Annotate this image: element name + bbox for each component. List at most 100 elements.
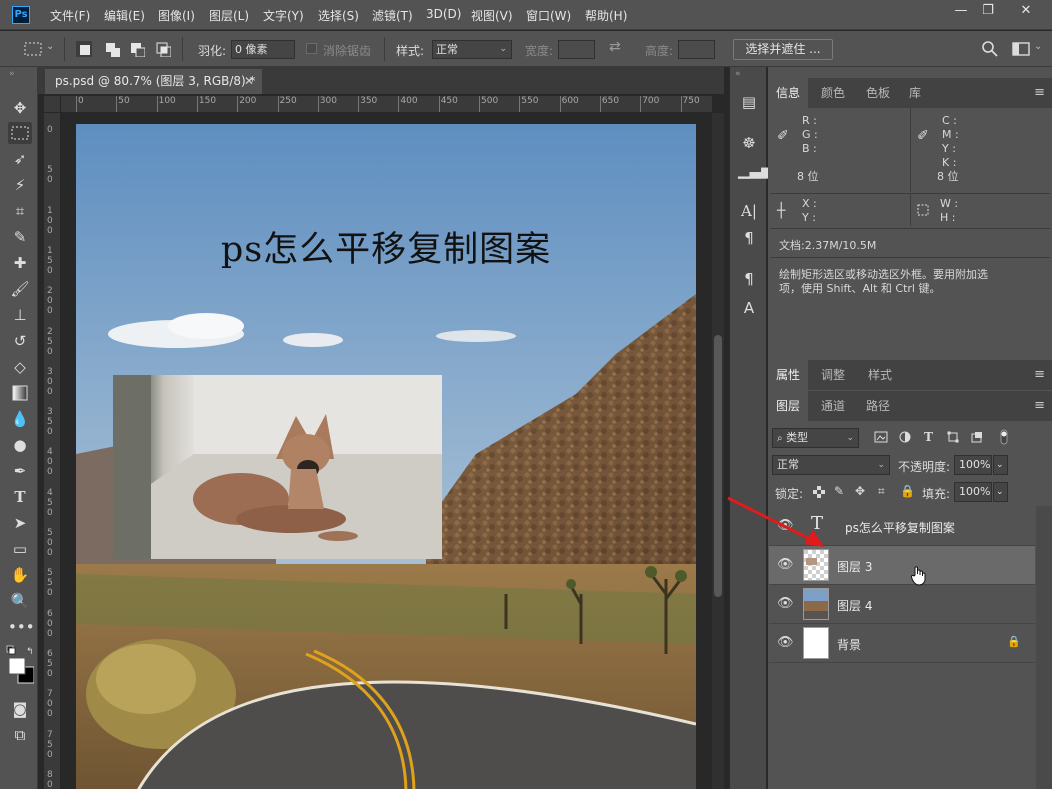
lock-all-icon[interactable]: 🔒 bbox=[900, 484, 915, 498]
tab-adjustments[interactable]: 调整 bbox=[813, 360, 853, 390]
visibility-eye-icon[interactable]: 👁 bbox=[777, 635, 794, 650]
tab-libraries[interactable]: 库 bbox=[901, 78, 929, 108]
menu-file[interactable]: 文件(F) bbox=[50, 7, 90, 24]
info-panel-menu-icon[interactable]: ≡ bbox=[1034, 85, 1045, 100]
fill-dropdown-icon[interactable]: ⌄ bbox=[993, 482, 1008, 502]
new-selection-icon[interactable] bbox=[76, 41, 92, 57]
menu-image[interactable]: 图像(I) bbox=[158, 7, 195, 24]
gradient-tool-icon[interactable] bbox=[8, 382, 32, 404]
menu-view[interactable]: 视图(V) bbox=[471, 7, 513, 24]
filter-smart-object-icon[interactable] bbox=[971, 431, 983, 443]
tab-swatches[interactable]: 色板 bbox=[858, 78, 898, 108]
dodge-tool-icon[interactable]: ● bbox=[8, 434, 32, 456]
pen-tool-icon[interactable]: ✒ bbox=[8, 460, 32, 482]
menu-select[interactable]: 选择(S) bbox=[318, 7, 359, 24]
menu-layer[interactable]: 图层(L) bbox=[209, 7, 249, 24]
layer-row-layer4[interactable]: 👁 图层 4 bbox=[769, 585, 1035, 624]
close-window-button[interactable]: ✕ bbox=[1010, 0, 1042, 22]
character-panel-icon[interactable]: A| bbox=[738, 200, 760, 222]
history-brush-tool-icon[interactable]: ↺ bbox=[8, 330, 32, 352]
select-and-mask-button[interactable]: 选择并遮住 ... bbox=[733, 39, 833, 60]
chevron-down-icon[interactable]: ⌄ bbox=[46, 41, 54, 52]
tab-channels[interactable]: 通道 bbox=[813, 391, 853, 421]
layer-name[interactable]: 背景 bbox=[837, 636, 861, 653]
hand-tool-icon[interactable]: ✋ bbox=[8, 564, 32, 586]
layer-name[interactable]: 图层 3 bbox=[837, 558, 872, 575]
width-input[interactable] bbox=[558, 40, 595, 59]
healing-brush-tool-icon[interactable]: ✚ bbox=[8, 252, 32, 274]
layers-panel-menu-icon[interactable]: ≡ bbox=[1034, 398, 1045, 413]
history-panel-icon[interactable]: ▤ bbox=[738, 91, 760, 113]
intersect-selection-icon[interactable] bbox=[155, 41, 171, 57]
navigator-panel-icon[interactable]: ☸ bbox=[738, 132, 760, 154]
opacity-dropdown-icon[interactable]: ⌄ bbox=[993, 455, 1008, 475]
add-selection-icon[interactable] bbox=[104, 41, 120, 57]
properties-panel-menu-icon[interactable]: ≡ bbox=[1034, 367, 1045, 382]
blur-tool-icon[interactable]: 💧 bbox=[8, 408, 32, 430]
filter-shape-icon[interactable] bbox=[947, 431, 959, 443]
eraser-tool-icon[interactable]: ◇ bbox=[8, 356, 32, 378]
layers-scrollbar[interactable] bbox=[1036, 506, 1052, 789]
tab-color[interactable]: 颜色 bbox=[813, 78, 853, 108]
antialias-checkbox[interactable] bbox=[306, 43, 317, 54]
tab-info[interactable]: 信息 bbox=[768, 78, 809, 108]
close-tab-icon[interactable]: ✕ bbox=[244, 74, 254, 88]
height-input[interactable] bbox=[678, 40, 715, 59]
menu-3d[interactable]: 3D(D) bbox=[426, 7, 461, 21]
blend-mode-select[interactable]: 正常 ⌄ bbox=[772, 455, 890, 475]
marquee-tool-preset-icon[interactable] bbox=[24, 42, 42, 57]
subtract-selection-icon[interactable] bbox=[129, 41, 145, 57]
tab-styles[interactable]: 样式 bbox=[860, 360, 900, 390]
screen-mode-icon[interactable]: ⧉ bbox=[8, 724, 32, 746]
chevron-down-icon[interactable]: ⌄ bbox=[1034, 41, 1042, 52]
menu-filter[interactable]: 滤镜(T) bbox=[372, 7, 413, 24]
magic-wand-tool-icon[interactable]: ⚡ bbox=[8, 174, 32, 196]
filter-type-icon[interactable]: T bbox=[924, 430, 933, 444]
filter-pixel-icon[interactable] bbox=[874, 431, 888, 443]
filter-toggle-icon[interactable] bbox=[999, 429, 1009, 445]
brush-tool-icon[interactable]: 🖌 bbox=[8, 278, 32, 300]
paragraph-styles-icon[interactable]: ¶ bbox=[738, 268, 760, 290]
layer-filter-select[interactable]: ⌕ 类型 ⌄ bbox=[772, 428, 859, 448]
filter-adjustment-icon[interactable] bbox=[899, 431, 911, 443]
tab-paths[interactable]: 路径 bbox=[858, 391, 898, 421]
menu-type[interactable]: 文字(Y) bbox=[263, 7, 304, 24]
feather-input[interactable]: 0 像素 bbox=[231, 40, 295, 59]
layer-row-background[interactable]: 👁 背景 🔒 bbox=[769, 624, 1035, 663]
menu-help[interactable]: 帮助(H) bbox=[585, 7, 627, 24]
search-icon[interactable] bbox=[982, 41, 998, 57]
clone-stamp-tool-icon[interactable]: ⊥ bbox=[8, 304, 32, 326]
workspace-icon[interactable] bbox=[1012, 42, 1030, 56]
canvas-area[interactable]: ps怎么平移复制图案 bbox=[61, 113, 712, 789]
collapse-toolbar-icon[interactable]: » bbox=[9, 69, 15, 79]
swap-icon[interactable]: ⇄ bbox=[609, 39, 621, 55]
character-styles-icon[interactable]: A bbox=[738, 297, 760, 319]
path-selection-tool-icon[interactable]: ➤ bbox=[8, 512, 32, 534]
fill-input[interactable]: 100% bbox=[954, 482, 992, 502]
menu-edit[interactable]: 编辑(E) bbox=[104, 7, 145, 24]
zoom-tool-icon[interactable]: 🔍 bbox=[8, 590, 32, 612]
lasso-tool-icon[interactable]: ➶ bbox=[8, 148, 32, 170]
visibility-eye-icon[interactable]: 👁 bbox=[777, 596, 794, 611]
collapse-panels-icon[interactable]: « bbox=[735, 69, 741, 79]
more-tools-icon[interactable]: ••• bbox=[8, 616, 35, 638]
layer-name[interactable]: 图层 4 bbox=[837, 597, 872, 614]
move-tool-icon[interactable]: ✥ bbox=[8, 97, 32, 119]
crop-tool-icon[interactable]: ⌗ bbox=[8, 200, 32, 222]
color-swatches-icon[interactable]: ↰ bbox=[6, 645, 34, 685]
lock-position-icon[interactable]: ✥ bbox=[855, 484, 865, 498]
restore-button[interactable]: ❐ bbox=[972, 0, 1004, 22]
tab-properties[interactable]: 属性 bbox=[768, 360, 809, 390]
quick-mask-icon[interactable]: ◙ bbox=[8, 698, 32, 720]
menu-window[interactable]: 窗口(W) bbox=[526, 7, 571, 24]
eyedropper-tool-icon[interactable]: ✎ bbox=[8, 226, 32, 248]
rectangular-marquee-tool-icon[interactable] bbox=[8, 122, 32, 144]
paragraph-panel-icon[interactable]: ¶ bbox=[738, 227, 760, 249]
layer-name[interactable]: ps怎么平移复制图案 bbox=[845, 519, 955, 536]
histogram-panel-icon[interactable]: ▁▃▅ bbox=[738, 159, 773, 181]
document-tab[interactable]: ps.psd @ 80.7% (图层 3, RGB/8) * bbox=[45, 69, 262, 94]
lock-artboard-icon[interactable]: ⌗ bbox=[878, 484, 885, 499]
tab-layers[interactable]: 图层 bbox=[768, 391, 809, 421]
opacity-input[interactable]: 100% bbox=[954, 455, 992, 475]
style-select[interactable]: 正常 ⌄ bbox=[432, 40, 512, 59]
